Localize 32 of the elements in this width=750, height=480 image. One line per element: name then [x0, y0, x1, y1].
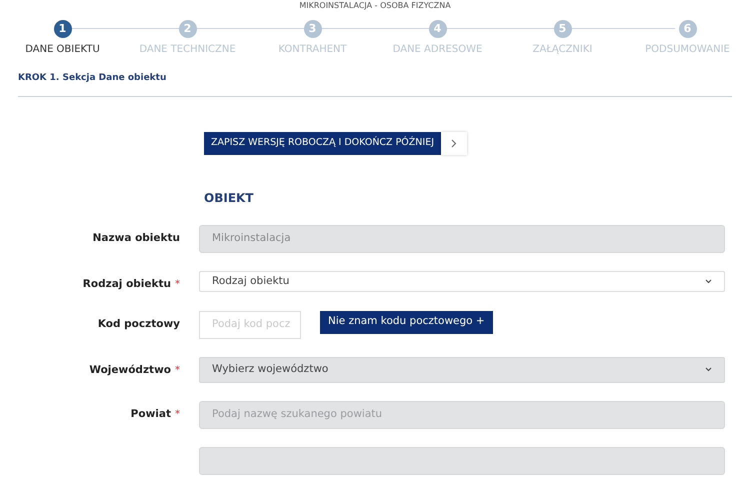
field-label: Województwo: [89, 362, 171, 378]
step-label: DANE OBIEKTU: [25, 43, 100, 57]
field-label: Powiat: [130, 406, 171, 422]
field-label: Rodzaj obiektu: [82, 277, 171, 292]
select-dropdown[interactable]: Rodzaj obiektu: [199, 271, 725, 292]
required-marker: *: [175, 278, 180, 292]
field-label: Nazwa obiektu: [92, 231, 180, 246]
required-marker: *: [175, 364, 180, 378]
step-indicator[interactable]: 6: [678, 20, 696, 38]
step-label: DANE TECHNICZNE: [139, 43, 236, 57]
step-indicator[interactable]: 4: [428, 20, 446, 38]
field-label: Kod pocztowy: [98, 316, 180, 332]
chevron-right-icon: [451, 139, 458, 148]
step-label: ZAŁĄCZNIKI: [532, 43, 592, 57]
chevron-down-icon: [705, 367, 712, 372]
next-button[interactable]: [441, 132, 468, 155]
chevron-down-icon: [705, 279, 712, 284]
group-title: OBIEKT: [204, 191, 254, 205]
save-draft-button[interactable]: ZAPISZ WERSJĘ ROBOCZĄ I DOKOŃCZ PÓŹNIEJ: [204, 132, 442, 155]
step-indicator[interactable]: 2: [178, 20, 196, 38]
required-marker: *: [175, 408, 180, 422]
step-indicator[interactable]: 5: [554, 20, 572, 38]
input-field: Podaj nazwę szukanego powiatu: [199, 400, 725, 429]
step-indicator[interactable]: 1: [54, 20, 72, 38]
step-label: PODSUMOWANIE: [645, 43, 730, 57]
step-label: KONTRAHENT: [278, 43, 347, 57]
step-indicator[interactable]: 3: [304, 20, 322, 38]
unknown-postcode-button[interactable]: Nie znam kodu pocztowego +: [320, 310, 493, 334]
page-title: MIKROINSTALACJA - OSOBA FIZYCZNA: [299, 1, 451, 10]
input-field: Mikroinstalacja: [199, 225, 725, 253]
section-title: KROK 1. Sekcja Dane obiektu: [18, 73, 166, 83]
step-label: DANE ADRESOWE: [392, 43, 482, 57]
